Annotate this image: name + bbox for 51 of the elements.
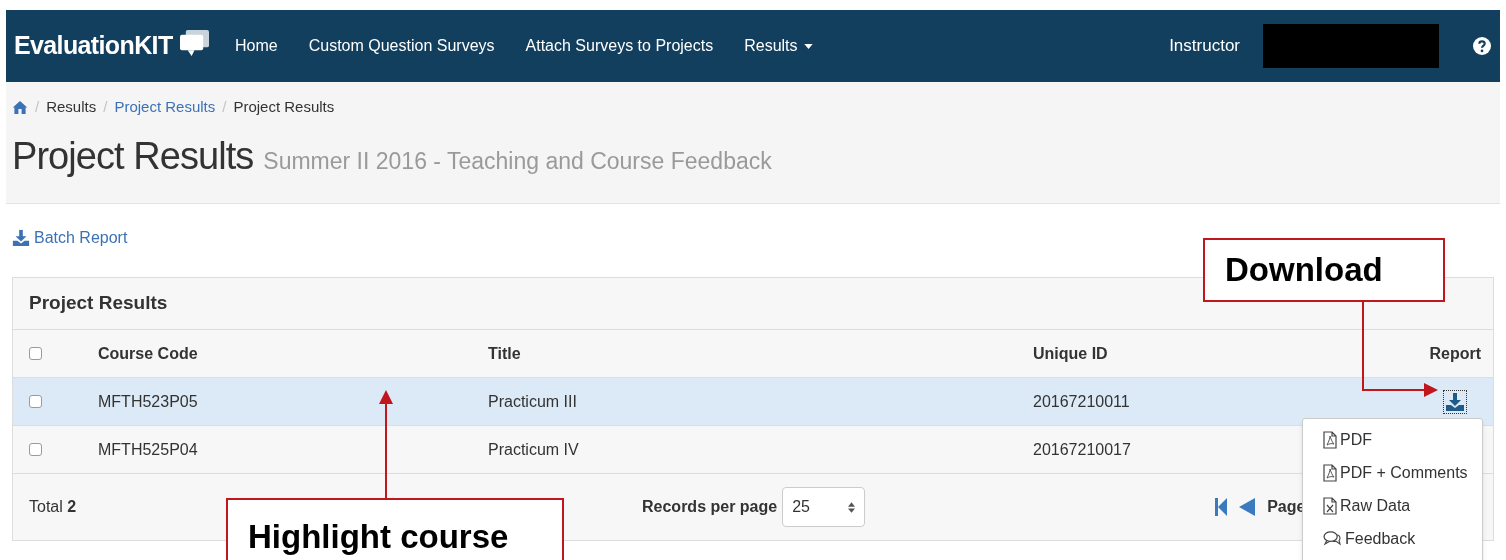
speech-bubbles-icon [178,27,210,57]
sort-arrows-icon [848,500,856,514]
table-cell: Practicum III [488,392,577,410]
menu-item[interactable]: Raw Data [1323,495,1482,516]
home-icon[interactable] [12,99,28,115]
user-role[interactable]: Instructor [1169,33,1240,59]
table-cell: Practicum IV [488,440,579,458]
previous-page-icon[interactable] [1239,498,1256,516]
checkbox[interactable] [29,443,42,456]
page-title: Project Results [12,134,254,179]
download-icon [1445,391,1465,412]
column-header: Report [1429,344,1481,362]
logo[interactable]: EvaluationKIT [14,27,173,65]
spreadsheet-file-icon [1323,496,1337,515]
records-per-page-select[interactable]: 25 [782,487,866,527]
table-cell: MFTH523P05 [98,392,198,410]
help-icon[interactable] [1473,37,1491,55]
column-header: Title [488,344,521,362]
batch-report-link[interactable]: Batch Report [12,226,128,250]
records-per-page-label: Records per page [642,497,778,517]
callout-box: Highlight course [226,498,564,560]
nav-link[interactable]: Attach Surveys to Projects [525,34,714,58]
first-page-icon[interactable] [1215,498,1228,516]
report-download-button[interactable] [1443,389,1467,414]
menu-item[interactable]: PDF [1323,429,1482,450]
menu-item[interactable]: Feedback [1323,528,1482,549]
checkbox[interactable] [29,395,42,408]
column-header: Course Code [98,344,198,362]
column-header: Unique ID [1033,344,1108,362]
total-count: Total 2 [29,497,78,517]
breadcrumb-separator: / [103,96,108,117]
table-cell: 20167210017 [1033,440,1131,458]
breadcrumb-item: Project Results [233,96,335,117]
checkbox[interactable] [29,347,42,360]
breadcrumb-separator: / [222,96,227,117]
breadcrumb-link[interactable]: Project Results [114,95,216,119]
nav-link[interactable]: Custom Question Surveys [308,34,495,58]
table-cell: 20167210011 [1033,392,1130,410]
download-icon [12,229,30,247]
breadcrumb-item: Results [46,96,97,117]
table-cell: MFTH525P04 [98,440,198,458]
panel-title: Project Results [29,291,168,316]
nav-link[interactable]: Results [744,34,813,58]
document-icon [1323,463,1337,482]
page-subtitle: Summer II 2016 - Teaching and Course Feedback [263,147,772,176]
document-icon [1323,430,1337,449]
chat-bubbles-icon [1323,531,1342,546]
callout-box: Download [1203,238,1445,302]
table-row[interactable]: MFTH523P05 Practicum III 20167210011 [13,378,1493,426]
nav-link[interactable]: Home [235,34,278,58]
breadcrumb-separator: / [35,96,40,117]
